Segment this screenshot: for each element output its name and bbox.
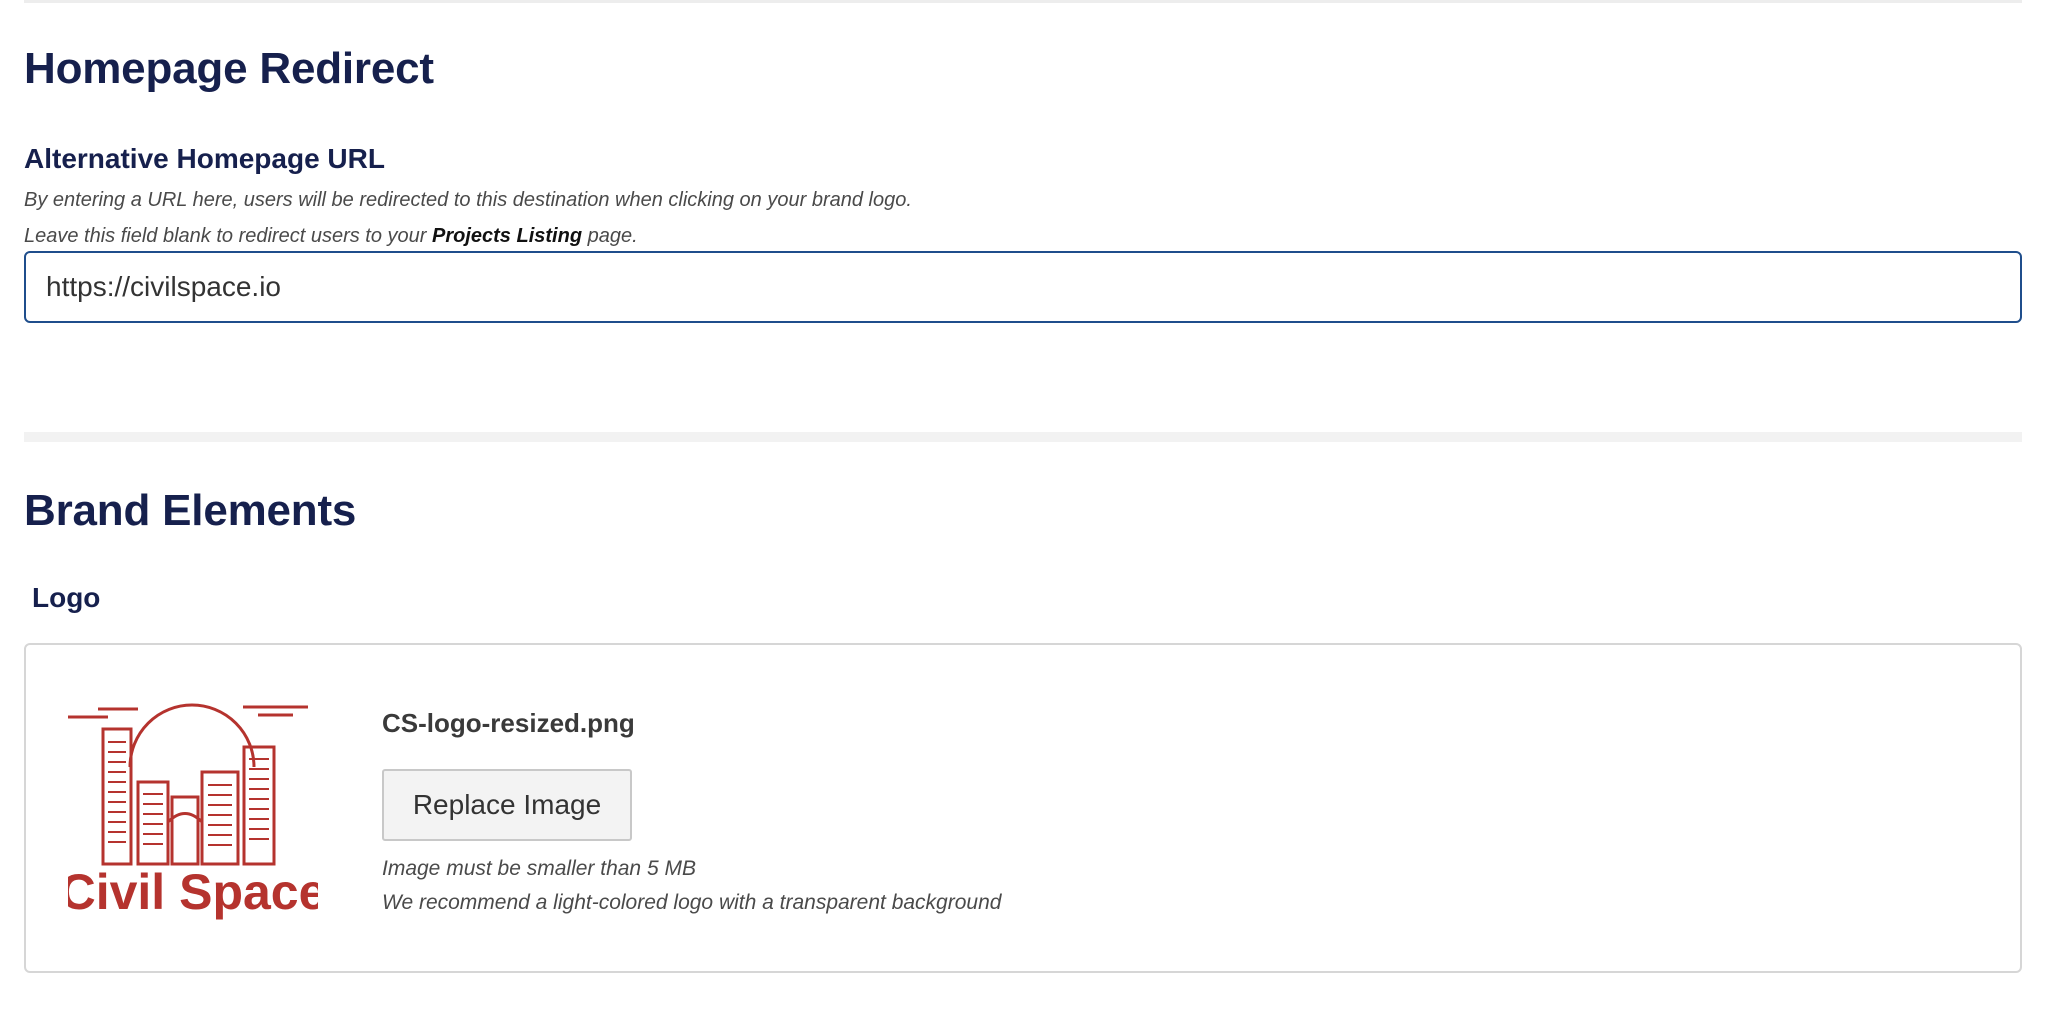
top-divider [24, 0, 2022, 3]
homepage-redirect-title: Homepage Redirect [24, 44, 434, 93]
logo-upload-card: Civil Space CS-logo-resized.png Replace … [24, 643, 2022, 973]
logo-label: Logo [32, 582, 101, 613]
section-divider [24, 432, 2022, 442]
help-prefix: Leave this field blank to redirect users… [24, 225, 432, 247]
replace-image-button[interactable]: Replace Image [382, 769, 632, 841]
logo-size-note: Image must be smaller than 5 MB [382, 857, 696, 880]
logo-recommendation-note: We recommend a light-colored logo with a… [382, 891, 1002, 914]
logo-wordmark: Civil Space [68, 864, 318, 920]
brand-elements-title: Brand Elements [24, 486, 357, 535]
branding-settings-page: Homepage Redirect Alternative Homepage U… [0, 0, 2046, 1028]
homepage-url-help-line-1: By entering a URL here, users will be re… [24, 189, 912, 211]
brand-logo-image: Civil Space [68, 703, 318, 921]
alternative-homepage-url-input[interactable] [24, 251, 2022, 323]
help-suffix: page. [582, 225, 638, 247]
projects-listing-emphasis: Projects Listing [432, 225, 583, 247]
logo-file-name: CS-logo-resized.png [382, 708, 635, 738]
homepage-url-help-line-2: Leave this field blank to redirect users… [24, 223, 638, 249]
alternative-homepage-url-label: Alternative Homepage URL [24, 143, 385, 174]
